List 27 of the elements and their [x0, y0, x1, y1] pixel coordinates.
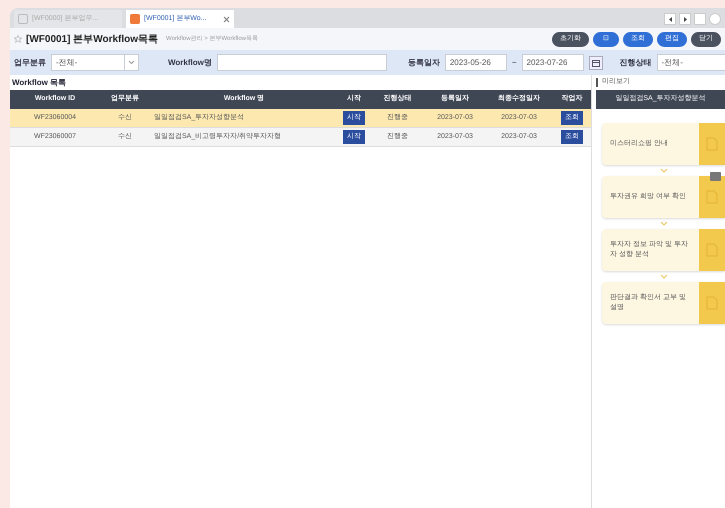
page-icon: [18, 14, 28, 24]
filter-label: 업무분류: [14, 56, 46, 68]
previous-icon[interactable]: [664, 13, 676, 25]
document-icon: [699, 282, 725, 324]
star-icon[interactable]: [14, 35, 22, 43]
dropdown-field[interactable]: -전체-: [656, 54, 725, 71]
page-title: [WF0001] 본부Workflow목록: [26, 32, 158, 46]
chevron-down-icon: [660, 221, 668, 226]
input-field[interactable]: [216, 54, 387, 71]
chevron-down-icon: [660, 168, 668, 173]
document-icon: [699, 176, 725, 218]
dropdown-field[interactable]: -전체-: [51, 54, 139, 71]
app-icon: [130, 14, 140, 24]
filter-label: 진행상태: [620, 56, 652, 68]
date-field[interactable]: 2023-07-26: [522, 54, 584, 71]
filter-label: Workflow명: [168, 56, 212, 68]
calendar-icon[interactable]: [588, 56, 603, 70]
date-separator: ~: [512, 56, 517, 68]
chevron-down-icon: [128, 60, 135, 65]
filter-label: 등록일자: [408, 56, 440, 68]
section-title: Workflow 목록: [11, 76, 68, 88]
document-icon: [699, 123, 725, 165]
document-icon: [699, 229, 725, 271]
close-icon[interactable]: [223, 16, 230, 22]
chevron-down-icon: [660, 274, 668, 279]
date-field[interactable]: 2023-05-26: [444, 54, 507, 71]
next-icon[interactable]: [679, 13, 691, 25]
